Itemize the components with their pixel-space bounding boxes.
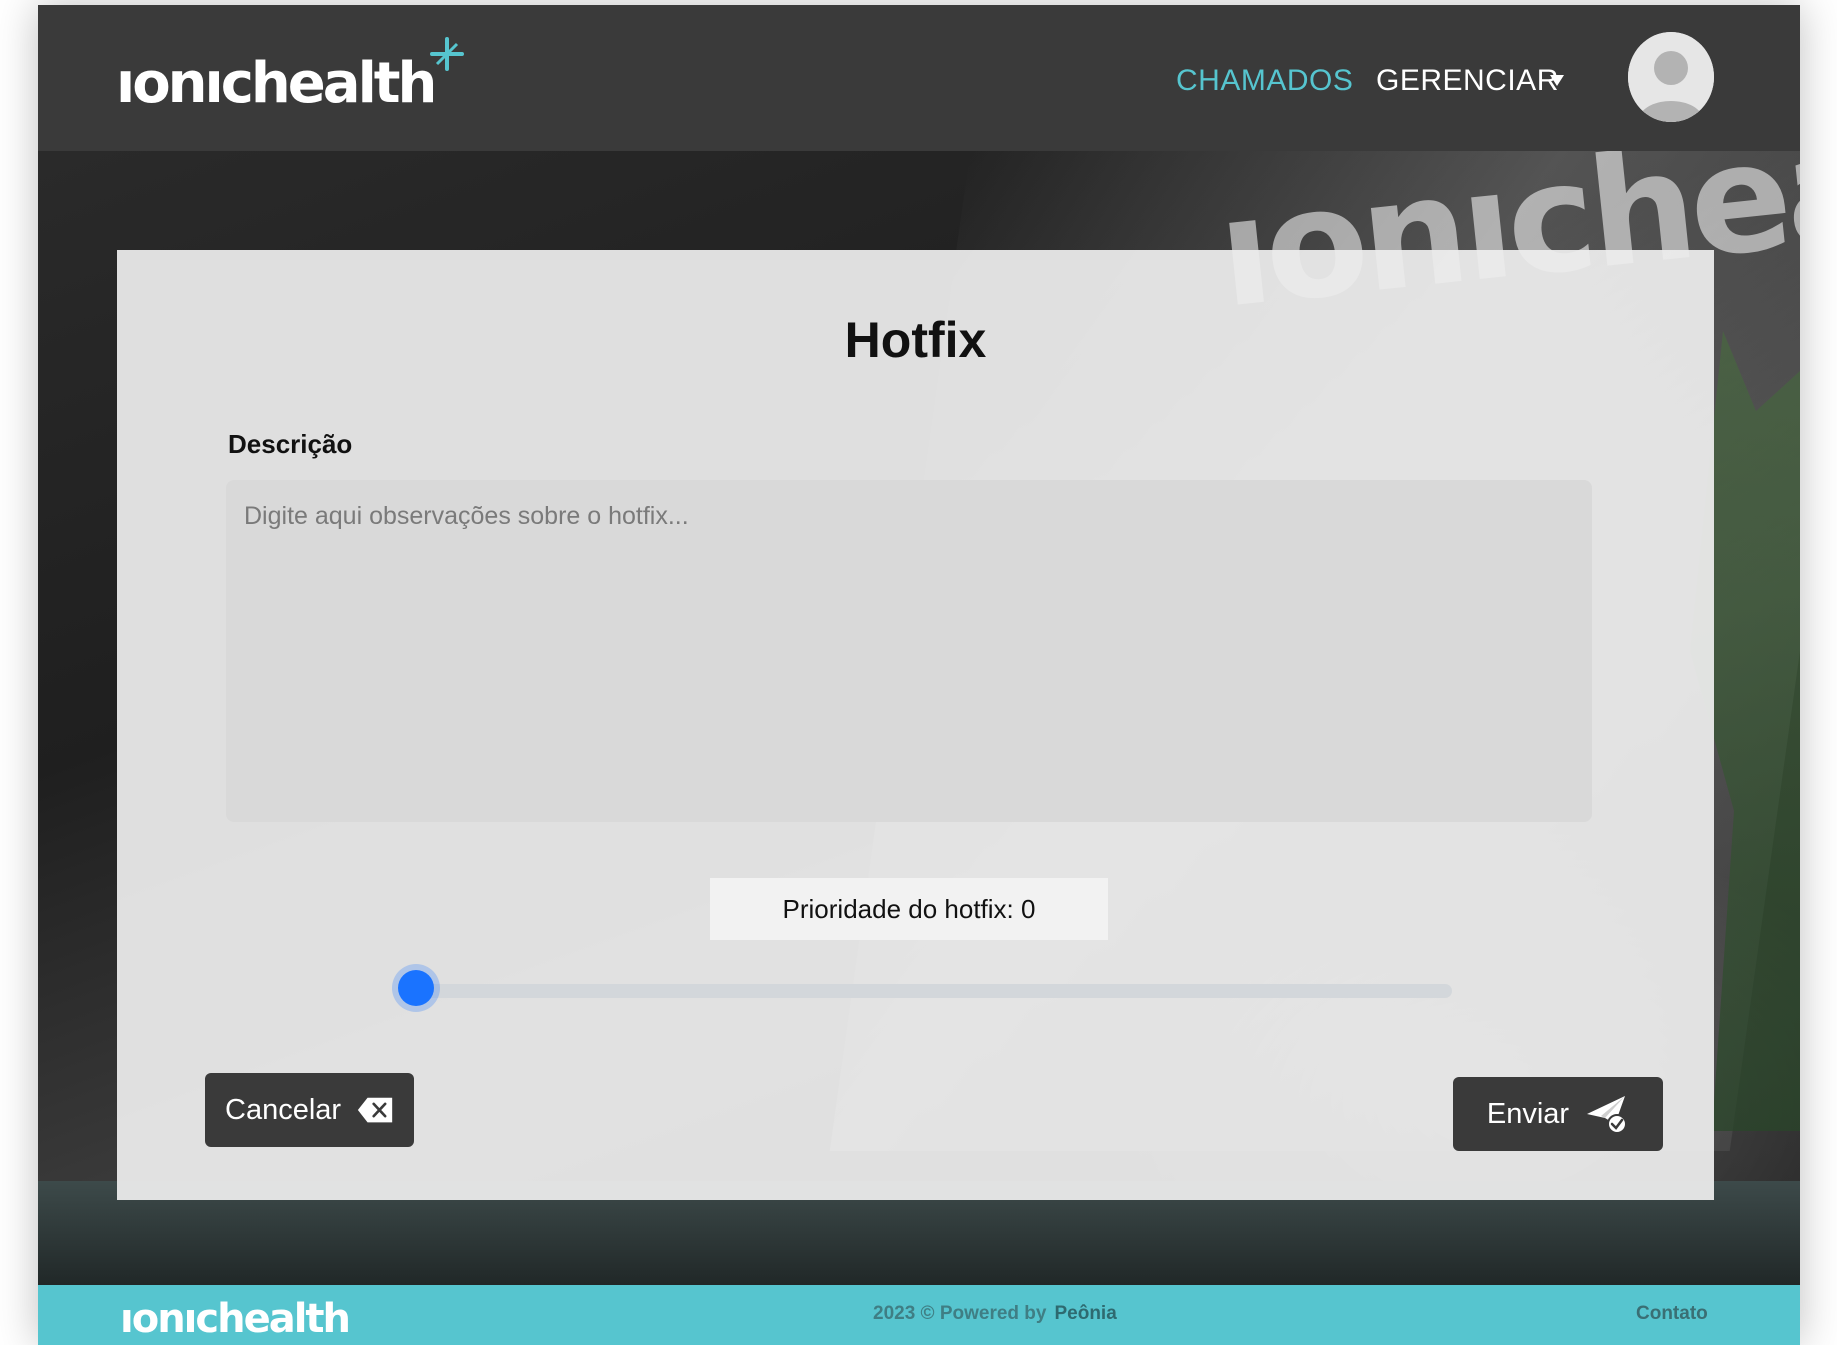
backspace-x-icon bbox=[357, 1097, 393, 1123]
hotfix-form-card: Hotfix Descrição Prioridade do hotfix: 0… bbox=[117, 250, 1714, 1200]
cancel-button[interactable]: Cancelar bbox=[205, 1073, 414, 1147]
caret-down-icon[interactable] bbox=[1550, 75, 1564, 86]
priority-label: Prioridade do hotfix: 0 bbox=[710, 878, 1108, 940]
user-avatar-icon bbox=[1628, 32, 1714, 122]
priority-slider-thumb[interactable] bbox=[398, 970, 434, 1006]
plus-swirl-icon bbox=[430, 37, 465, 71]
brand-logo-text: ıonıchealth bbox=[116, 51, 437, 116]
description-textarea[interactable] bbox=[226, 480, 1592, 822]
brand-logo[interactable]: ıonıchealth bbox=[116, 37, 465, 119]
footer-brand-link[interactable]: Peônia bbox=[1054, 1303, 1116, 1324]
cancel-button-label: Cancelar bbox=[225, 1093, 342, 1126]
description-label: Descrição bbox=[228, 429, 353, 459]
send-button[interactable]: Enviar bbox=[1453, 1077, 1663, 1151]
nav-gerenciar-link[interactable]: GERENCIAR bbox=[1376, 61, 1559, 101]
top-navbar: ıonıchealth CHAMADOS GERENCIAR bbox=[38, 5, 1800, 151]
paper-plane-check-icon bbox=[1587, 1096, 1628, 1134]
footer-contact-link[interactable]: Contato bbox=[1636, 1301, 1708, 1327]
priority-slider-rail[interactable] bbox=[400, 984, 1452, 998]
footer-copyright: 2023 © Powered by Peônia bbox=[873, 1301, 1117, 1327]
app-window: ıonıcheal ıonıchealth CHAMADOS GERENCIAR… bbox=[38, 5, 1800, 1345]
footer-logo[interactable]: ıonıchealth bbox=[120, 1293, 351, 1345]
user-avatar[interactable] bbox=[1628, 32, 1714, 122]
nav-chamados-link[interactable]: CHAMADOS bbox=[1176, 61, 1353, 101]
footer-copyright-text: 2023 © Powered by bbox=[873, 1303, 1047, 1324]
footer-bar: ıonıchealth 2023 © Powered by Peônia Cont… bbox=[38, 1285, 1800, 1345]
send-button-label: Enviar bbox=[1486, 1097, 1570, 1130]
page-title: Hotfix bbox=[844, 312, 987, 368]
priority-slider[interactable] bbox=[382, 950, 1552, 1030]
